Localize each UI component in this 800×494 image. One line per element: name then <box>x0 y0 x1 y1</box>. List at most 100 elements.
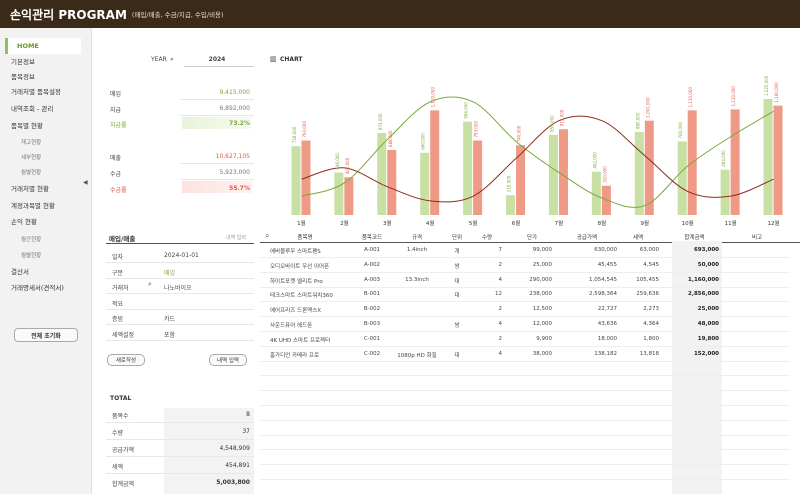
totals-label: 공급가액 <box>112 447 135 454</box>
reset-all-button[interactable]: 전체 초기화 <box>14 328 78 342</box>
bar-red-7 <box>601 185 611 215</box>
sidebar-item-6[interactable]: 재고현황 <box>5 134 81 150</box>
table-row[interactable] <box>260 406 790 421</box>
table-cell: 대 <box>454 293 460 300</box>
bar-data-label: 1,225,000 <box>764 75 769 96</box>
form-field-value[interactable]: 매입 <box>164 268 175 277</box>
table-search-icon[interactable]: ⌕ <box>265 231 269 241</box>
totals-label: 품목수 <box>112 413 129 420</box>
trend-line-0 <box>301 96 774 208</box>
sales-value: 10,627,105 <box>215 153 250 160</box>
table-cell: 1,800 <box>643 335 659 342</box>
table-row[interactable] <box>260 361 790 377</box>
sidebar-item-14[interactable]: 결산서 <box>5 263 81 279</box>
bar-data-label: 874,000 <box>378 113 383 130</box>
sidebar-item-13[interactable]: 월별현황 <box>5 247 81 263</box>
table-row[interactable] <box>260 376 790 392</box>
sidebar-item-10[interactable]: 계정과목별 현황 <box>5 197 81 213</box>
totals-title: TOTAL <box>110 395 132 402</box>
sidebar-item-7[interactable]: 세부현황 <box>5 149 81 165</box>
double-chevron-icon: » <box>170 56 174 63</box>
table-cell: 개 <box>454 249 460 255</box>
sidebar-item-15[interactable]: 거래명세서(견적서) <box>5 279 81 295</box>
sidebar-item-4[interactable]: 내역조회 - 관리 <box>5 100 81 116</box>
table-cell: 대 <box>454 352 460 359</box>
table-row[interactable] <box>260 391 790 406</box>
table-header-cell: 규격 <box>411 235 423 241</box>
bar-data-label: 462,000 <box>592 152 597 169</box>
bar-red-2 <box>387 149 397 215</box>
table-cell: 12 <box>495 291 502 298</box>
table-row[interactable] <box>260 465 790 480</box>
table-cell: 238,000 <box>529 291 552 298</box>
table-cell: 4 <box>498 321 503 327</box>
table-cell: 2 <box>498 306 503 313</box>
new-entry-button[interactable]: 새로작성 <box>107 354 145 366</box>
year-value[interactable]: 2024 <box>202 56 232 63</box>
table-row[interactable] <box>260 450 790 466</box>
table-cell: C-002 <box>363 350 381 357</box>
table-cell: 2,856,000 <box>688 291 719 298</box>
bar-data-label: 880,000 <box>635 112 640 129</box>
table-row[interactable]: 테크스마트 스마트워치360 B-001 대 12 238,000 2,598,364 25… <box>260 287 790 303</box>
table-cell: 99,000 <box>532 247 552 253</box>
sidebar-item-2[interactable]: 품목정보 <box>5 68 81 84</box>
bar-data-label: 310,000 <box>602 166 607 183</box>
table-row[interactable]: 에어프리즈 드론맥스X B-002 2 12,500 22,727 2,273 25,000 <box>260 302 790 318</box>
table-cell: 사운드퓨어 헤드폰 <box>270 323 313 329</box>
search-icon[interactable]: ⌕ <box>148 280 152 289</box>
form-field-value[interactable]: 2024-01-01 <box>164 252 199 259</box>
totals-value: 8 <box>246 411 250 418</box>
table-header-cell: 단가 <box>526 235 538 241</box>
sidebar-item-3[interactable]: 거래처별 품목설정 <box>5 83 81 99</box>
table-cell: B-001 <box>363 291 381 298</box>
table-cell: 오디오바이트 우선 이어폰 <box>270 263 330 270</box>
sidebar-item-11[interactable]: 손익 현황 <box>5 213 81 229</box>
table-cell: B-003 <box>363 321 381 327</box>
monthly-chart: 728,000 793,000 1월 446,000 402,000 2월 874,000 6… <box>291 75 783 227</box>
table-row[interactable]: 4K UHD 스마트 프로젝터 C-001 2 9,900 18,000 1,800 19,… <box>260 332 790 347</box>
form-field-value[interactable]: 카드 <box>164 314 175 323</box>
table-row[interactable]: 에버블루우 스마트펜S A-001 1.4inch 개 7 99,000 630,000 63… <box>260 243 790 258</box>
sidebar-item-8[interactable]: 월별현황 <box>5 164 81 180</box>
table-header-cell: 공급가액 <box>576 235 598 241</box>
table-row[interactable]: 사운드퓨어 헤드폰 B-003 쌍 4 12,000 43,636 4,364 48,000 <box>260 317 790 332</box>
form-field-label: 적요 <box>112 300 124 308</box>
form-field-value[interactable]: 포함 <box>164 330 175 339</box>
chart-icon: ▥ <box>270 55 277 63</box>
table-row[interactable] <box>260 421 790 436</box>
bar-green-10 <box>720 169 730 215</box>
sidebar-item-9[interactable]: 거래처별 현황 <box>5 180 81 196</box>
table-cell: 1.4inch <box>406 247 428 253</box>
form-field-label: 세액설정 <box>112 331 135 339</box>
year-label: YEAR <box>151 56 167 63</box>
sidebar-item-12[interactable]: 월간현황 <box>5 231 81 247</box>
collect-rate-label: 수금률 <box>110 187 127 194</box>
table-row[interactable] <box>260 435 790 451</box>
bar-data-label: 728,000 <box>292 126 297 143</box>
table-cell: 25,000 <box>697 306 719 313</box>
table-cell: 152,000 <box>693 350 719 357</box>
sidebar-item-0[interactable]: HOME <box>5 38 81 54</box>
x-tick-label: 12월 <box>768 219 780 227</box>
sidebar: ◀ 전체 초기화 HOME 기본정보 품목정보 거래처별 품목설정 내역조회 - 관리 품… <box>0 28 92 494</box>
bar-data-label: 210,000 <box>507 175 512 192</box>
table-header-cell: 품목코드 <box>361 235 383 241</box>
history-link[interactable]: 내역 입력 <box>226 234 246 241</box>
table-row[interactable]: 하이트포켓 엘리트 Pro A-003 13.3inch 대 4 290,000 1,054… <box>260 273 790 288</box>
table-row[interactable] <box>260 480 790 494</box>
bar-data-label: 740,000 <box>517 125 522 142</box>
totals-value: 454,891 <box>225 462 250 469</box>
table-row[interactable]: 홈가디언 카메라 프로 C-002 1080p HD 화질 대 4 38,000 138,1… <box>260 347 790 362</box>
sidebar-item-5[interactable]: 품목별 현황 <box>5 117 81 133</box>
table-cell: 630,000 <box>594 247 617 253</box>
table-cell: B-002 <box>363 306 381 313</box>
table-cell: 290,000 <box>529 276 552 283</box>
table-row[interactable]: 오디오바이트 우선 이어폰 A-002 쌍 2 25,000 45,455 4,545 50,… <box>260 258 790 273</box>
x-tick-label: 10월 <box>682 219 694 227</box>
bar-red-4 <box>473 140 483 215</box>
sidebar-item-1[interactable]: 기본정보 <box>5 53 81 69</box>
x-tick-label: 11월 <box>725 219 737 227</box>
form-field-value[interactable]: 나노바이오 <box>164 283 192 292</box>
enter-history-button[interactable]: 내역 입력 <box>209 354 247 366</box>
